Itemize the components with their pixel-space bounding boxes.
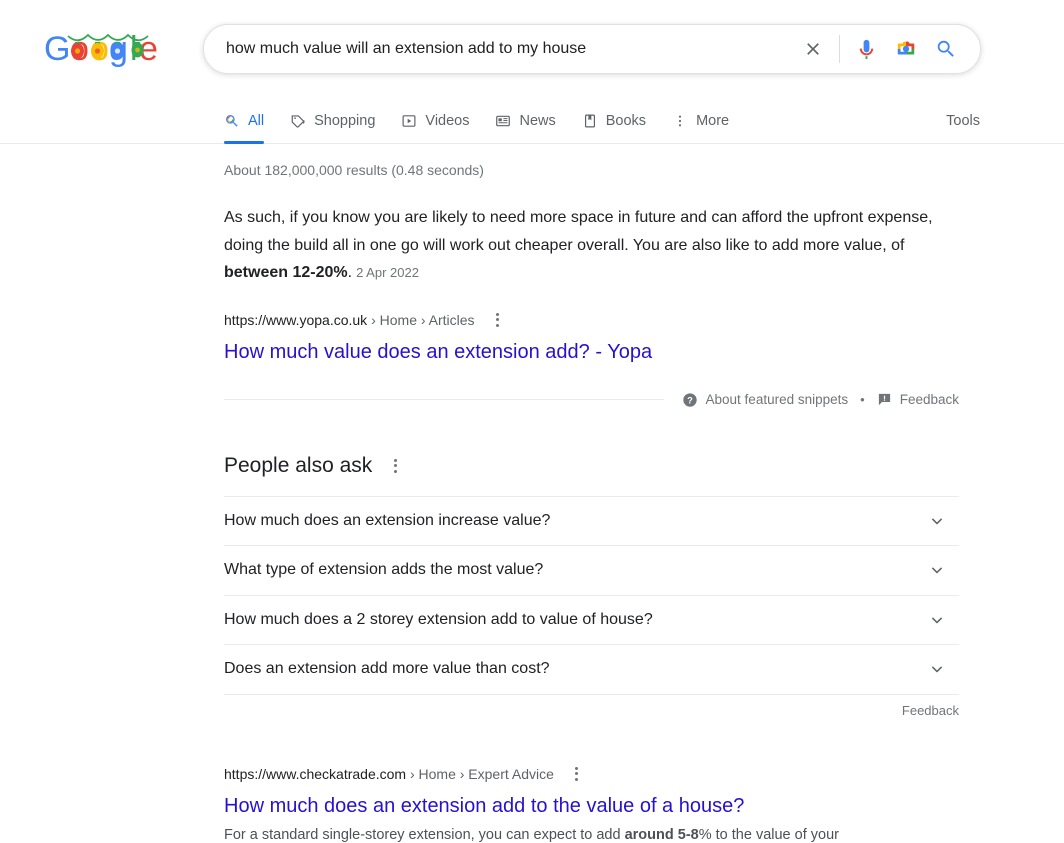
chevron-down-icon[interactable] <box>927 610 947 630</box>
search-icon <box>224 113 241 130</box>
tab-label: Books <box>606 113 646 129</box>
organic-result: https://www.checkatrade.com › Home › Exp… <box>224 764 964 843</box>
organic-result-description: For a standard single-storey extension, … <box>224 824 964 843</box>
nav-tabs: All Shopping Videos <box>224 98 1064 144</box>
tab-shopping[interactable]: Shopping <box>290 98 375 144</box>
featured-snippet-text: As such, if you know you are likely to n… <box>224 204 964 287</box>
kebab-menu-icon <box>672 113 689 130</box>
tab-label: More <box>696 113 729 129</box>
tab-all[interactable]: All <box>224 98 264 144</box>
chevron-down-icon[interactable] <box>927 560 947 580</box>
search-input[interactable] <box>226 37 793 61</box>
google-lens-button[interactable] <box>886 29 926 69</box>
book-icon <box>582 113 599 130</box>
clear-search-button[interactable] <box>793 29 833 69</box>
desc-part1: For a standard single-storey extension, … <box>224 827 625 843</box>
svg-text:G: G <box>44 30 70 68</box>
tab-books[interactable]: Books <box>582 98 646 144</box>
paa-question-text: How much does a 2 storey extension add t… <box>224 609 653 631</box>
url-domain: https://www.checkatrade.com <box>224 766 406 782</box>
people-also-ask-section: People also ask How much does an extensi… <box>224 452 959 718</box>
paa-header: People also ask <box>224 452 959 480</box>
url-breadcrumbs: › Home › Expert Advice <box>406 766 554 782</box>
page-header: G o o g l e <box>0 0 1064 98</box>
search-nav-bar: All Shopping Videos <box>0 98 1064 144</box>
search-actions <box>793 29 980 69</box>
snippet-feedback-label: Feedback <box>900 392 959 407</box>
paa-feedback-label: Feedback <box>902 703 959 718</box>
organic-source-line: https://www.checkatrade.com › Home › Exp… <box>224 764 964 784</box>
paa-item[interactable]: What type of extension adds the most val… <box>224 546 959 596</box>
snippet-source-url[interactable]: https://www.yopa.co.uk › Home › Articles <box>224 310 475 330</box>
tab-label: News <box>519 113 555 129</box>
desc-part2: % to the value of your <box>699 827 839 843</box>
snippet-result-title-link[interactable]: How much value does an extension add? - … <box>224 339 1064 365</box>
paa-title: People also ask <box>224 452 372 480</box>
svg-text:?: ? <box>687 395 693 405</box>
tab-videos[interactable]: Videos <box>401 98 469 144</box>
footer-separator: • <box>860 392 865 407</box>
voice-search-button[interactable] <box>846 29 886 69</box>
search-divider <box>839 35 840 63</box>
paa-question-text: Does an extension add more value than co… <box>224 658 550 680</box>
close-icon <box>803 39 823 59</box>
chevron-down-icon[interactable] <box>927 659 947 679</box>
tools-label: Tools <box>946 113 980 129</box>
price-tag-icon <box>290 113 307 130</box>
result-stats: About 182,000,000 results (0.48 seconds) <box>224 160 1064 180</box>
google-lens-camera-icon <box>895 38 917 60</box>
tools-button[interactable]: Tools <box>946 98 980 144</box>
video-play-icon <box>401 113 418 130</box>
about-featured-snippets-link[interactable]: ? About featured snippets <box>682 392 849 408</box>
tab-label: Videos <box>425 113 469 129</box>
help-circle-icon: ? <box>682 392 698 408</box>
paa-question-text: What type of extension adds the most val… <box>224 559 543 581</box>
tab-label: Shopping <box>314 113 375 129</box>
desc-highlight: around 5-8 <box>625 827 699 843</box>
snippet-footer: ? About featured snippets • Feedback <box>224 392 959 408</box>
search-input-wrapper[interactable] <box>204 37 793 61</box>
search-results: About 182,000,000 results (0.48 seconds)… <box>0 144 1064 843</box>
snippet-text-part1: As such, if you know you are likely to n… <box>224 209 933 254</box>
paa-feedback-link[interactable]: Feedback <box>224 703 959 718</box>
paa-question-list: How much does an extension increase valu… <box>224 496 959 695</box>
tab-label: All <box>248 113 264 129</box>
about-featured-snippets-label: About featured snippets <box>706 392 849 407</box>
featured-snippet: As such, if you know you are likely to n… <box>224 204 1064 408</box>
paa-item[interactable]: Does an extension add more value than co… <box>224 645 959 695</box>
search-bar[interactable] <box>203 24 981 74</box>
snippet-date: 2 Apr 2022 <box>356 265 419 280</box>
paa-question-text: How much does an extension increase valu… <box>224 510 550 532</box>
snippet-text-part2: . <box>348 264 352 281</box>
snippet-source-line: https://www.yopa.co.uk › Home › Articles <box>224 310 1064 330</box>
paa-item[interactable]: How much does a 2 storey extension add t… <box>224 596 959 646</box>
paa-item[interactable]: How much does an extension increase valu… <box>224 497 959 547</box>
chevron-down-icon[interactable] <box>927 511 947 531</box>
url-domain: https://www.yopa.co.uk <box>224 312 367 328</box>
url-breadcrumbs: › Home › Articles <box>367 312 474 328</box>
footer-divider <box>224 399 664 400</box>
organic-result-title-link[interactable]: How much does an extension add to the va… <box>224 793 964 819</box>
tab-more[interactable]: More <box>672 98 729 144</box>
feedback-flag-icon <box>877 392 892 407</box>
newspaper-icon <box>495 113 512 130</box>
organic-source-url[interactable]: https://www.checkatrade.com › Home › Exp… <box>224 764 554 784</box>
snippet-feedback-link[interactable]: Feedback <box>877 392 959 407</box>
snippet-highlight: between 12-20% <box>224 264 348 281</box>
search-icon <box>935 38 957 60</box>
search-submit-button[interactable] <box>926 29 966 69</box>
microphone-icon <box>855 38 878 61</box>
paa-kebab-menu-icon[interactable] <box>386 457 404 475</box>
snippet-kebab-menu-icon[interactable] <box>489 311 507 329</box>
tab-news[interactable]: News <box>495 98 555 144</box>
organic-kebab-menu-icon[interactable] <box>568 765 586 783</box>
google-logo[interactable]: G o o g l e <box>44 28 164 70</box>
